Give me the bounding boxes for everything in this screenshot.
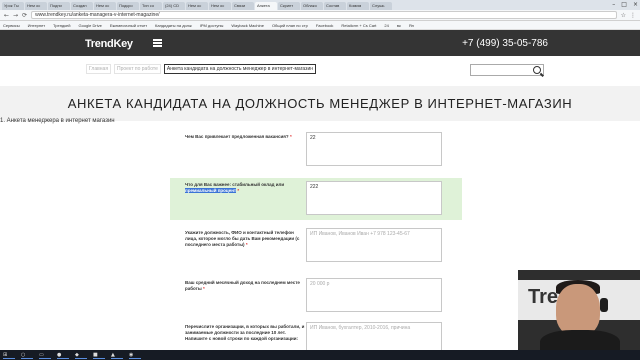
hamburger-menu-icon[interactable] <box>153 39 162 47</box>
breadcrumb: Главная Проект по работе Анкета кандидат… <box>86 64 316 74</box>
search-icon[interactable] <box>533 66 541 74</box>
bookmark-item[interactable]: Ян <box>409 23 414 28</box>
page-title: АНКЕТА КАНДИДАТА НА ДОЛЖНОСТЬ МЕНЕДЖЕР В… <box>67 96 573 111</box>
form-row-q1: Чем Вас привлекает предложенная вакансия… <box>170 128 462 174</box>
browser-tabstrip: Урок Ты Нем ос Подпи Создан Нем ос Подкро Тип … <box>0 0 640 10</box>
bookmark-item[interactable]: Wayback Machine <box>231 23 264 28</box>
question-label: Ваш средний месячный доход на последнем … <box>185 280 300 291</box>
taskbar-app-icon[interactable]: ■ <box>93 352 105 359</box>
bookmark-item[interactable]: IPM доступы <box>200 23 224 28</box>
question-label: Что для Вас важнее: стабильный оклад или… <box>185 182 285 193</box>
taskbar-app-icon[interactable]: ● <box>57 352 69 359</box>
breadcrumb-section[interactable]: Проект по работе <box>114 64 161 74</box>
bookmark-item[interactable]: 24 <box>384 23 388 28</box>
search-input[interactable] <box>470 64 544 76</box>
taskbar-app-icon[interactable]: ○ <box>21 352 33 359</box>
answer-field-q1[interactable]: 22 <box>306 132 442 166</box>
taskbar-app-icon[interactable]: ▭ <box>39 352 51 359</box>
form-row-q4: Ваш средний месячный доход на последнем … <box>170 272 462 316</box>
address-bar: ← → ⟳ www.trendkey.ru/anketa-managera-v-… <box>0 10 640 21</box>
close-icon[interactable]: × <box>633 1 638 8</box>
forward-icon[interactable]: → <box>13 12 18 19</box>
presenter-face <box>556 284 600 336</box>
bookmark-item[interactable]: Кандидаты на долж <box>155 23 192 28</box>
taskbar-app-icon[interactable]: ▲ <box>111 352 123 359</box>
browser-tab[interactable]: Нем ос <box>209 2 231 10</box>
browser-tab[interactable]: Комим <box>347 2 369 10</box>
site-header: TrendKey +7 (499) 35-05-786 <box>0 30 640 56</box>
form-row-q2: Что для Вас важнее: стабильный оклад или… <box>170 178 462 220</box>
browser-tab[interactable]: Состав <box>324 2 346 10</box>
taskbar-app-icon[interactable]: ◉ <box>129 352 141 359</box>
back-icon[interactable]: ← <box>4 12 9 19</box>
bookmark-item[interactable]: вк <box>397 23 401 28</box>
star-icon[interactable]: ☆ <box>621 12 626 19</box>
browser-tab[interactable]: Анкета <box>255 2 277 10</box>
phone-number[interactable]: +7 (499) 35-05-786 <box>462 38 548 49</box>
bookmark-item[interactable]: Общий план по стр <box>272 23 308 28</box>
question-label: Укажите должность, ФИО и контактный теле… <box>185 230 300 247</box>
browser-tab[interactable]: Создан <box>71 2 93 10</box>
reload-icon[interactable]: ⟳ <box>22 12 27 19</box>
webcam-overlay: Tren <box>518 270 640 350</box>
breadcrumb-current: Анкета кандидата на должность менеджер в… <box>163 64 316 74</box>
question-label: Перечислите организации, в которых вы ра… <box>185 324 305 341</box>
browser-tab[interactable]: Тип со <box>140 2 162 10</box>
selected-text: премиальный процент <box>185 188 237 193</box>
answer-field-q3[interactable]: ИП Иванов, Иванов Иван +7 978 123-45-67 <box>306 228 442 262</box>
url-field[interactable]: www.trendkey.ru/anketa-managera-v-intern… <box>31 11 617 19</box>
menu-icon[interactable]: ⋮ <box>630 12 636 19</box>
site-logo[interactable]: TrendKey <box>85 38 133 50</box>
bookmark-item[interactable]: Сервисы <box>3 23 20 28</box>
taskbar: ⊞ ○ ▭ ● ◆ ■ ▲ ◉ <box>0 350 640 360</box>
browser-tab[interactable]: Нем ос <box>186 2 208 10</box>
taskbar-app-icon[interactable]: ⊞ <box>3 352 15 359</box>
bookmark-item[interactable]: Трендкей <box>53 23 70 28</box>
taskbar-app-icon[interactable]: ◆ <box>75 352 87 359</box>
application-form: Чем Вас привлекает предложенная вакансия… <box>170 128 462 360</box>
form-row-q3: Укажите должность, ФИО и контактный теле… <box>170 224 462 268</box>
breadcrumb-home[interactable]: Главная <box>86 64 112 74</box>
window-controls: – □ × <box>612 1 638 8</box>
bookmark-item[interactable]: Retailcrm + Cs Cart <box>341 23 376 28</box>
presenter-body <box>540 330 620 350</box>
bookmarks-bar: Сервисы Интернет Трендкей Google Drive Ежеме… <box>0 21 640 30</box>
bookmark-item[interactable]: Ежемесячный отчет <box>110 23 147 28</box>
browser-tab[interactable]: Нем ос <box>94 2 116 10</box>
minimize-icon[interactable]: – <box>612 1 615 8</box>
bookmark-item[interactable]: Интернет <box>28 23 45 28</box>
browser-tab[interactable]: Урок Ты <box>2 2 24 10</box>
bookmark-item[interactable]: Facebook <box>316 23 334 28</box>
browser-tab[interactable]: Облако <box>301 2 323 10</box>
form-heading: 1. Анкета менеджера в интернет магазин <box>0 118 115 124</box>
question-label: Чем Вас привлекает предложенная вакансия… <box>185 134 292 139</box>
answer-field-q4[interactable]: 20 000 р <box>306 278 442 312</box>
browser-tab[interactable]: (24) CD <box>163 2 185 10</box>
browser-tab[interactable]: Подпи <box>48 2 70 10</box>
bookmark-item[interactable]: Google Drive <box>79 23 102 28</box>
browser-tab[interactable]: Нем ос <box>25 2 47 10</box>
maximize-icon[interactable]: □ <box>621 1 627 8</box>
browser-tab[interactable]: Подкро <box>117 2 139 10</box>
browser-tab[interactable]: Скрипт <box>278 2 300 10</box>
browser-tab[interactable]: Связи <box>232 2 254 10</box>
headset-icon <box>600 298 608 312</box>
answer-field-q2[interactable]: 222 <box>306 181 442 215</box>
browser-tab[interactable]: Слушь <box>370 2 392 10</box>
